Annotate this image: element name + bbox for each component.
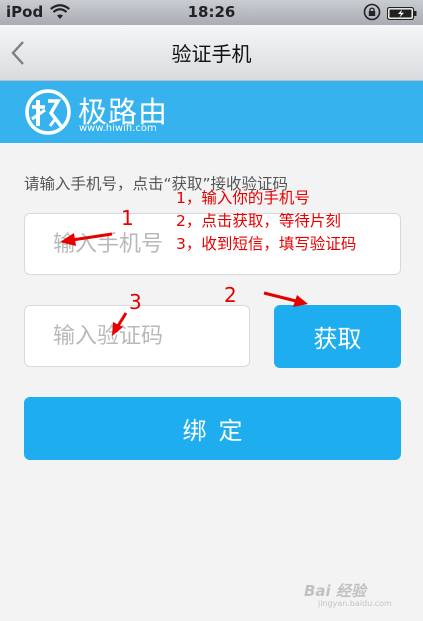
bind-button[interactable]: 绑定 [24, 397, 401, 460]
hiwifi-logo-icon [24, 88, 72, 140]
battery-icon [386, 6, 417, 24]
rotation-lock-icon [363, 3, 381, 25]
get-code-button[interactable]: 获取 [274, 305, 401, 368]
annotation-marker-2: 2 [224, 283, 237, 307]
nav-bar: 验证手机 [0, 25, 423, 81]
status-bar: iPod 18:26 [0, 0, 423, 25]
phone-number-input[interactable] [24, 213, 401, 275]
brand-url: www.hiwifi.com [79, 123, 157, 134]
baidu-jingyan-watermark: Bai 经验 jingyan.baidu.com [304, 566, 416, 610]
verification-code-input[interactable] [24, 305, 250, 367]
watermark-text: Bai 经验 [304, 582, 366, 600]
brand-banner: 极路由 www.hiwifi.com [0, 81, 423, 143]
watermark-sub: jingyan.baidu.com [318, 599, 392, 608]
page-title: 验证手机 [171, 42, 252, 66]
status-time: 18:26 [187, 3, 236, 21]
instruction-text: 请输入手机号，点击“获取”接收验证码 [24, 175, 289, 193]
